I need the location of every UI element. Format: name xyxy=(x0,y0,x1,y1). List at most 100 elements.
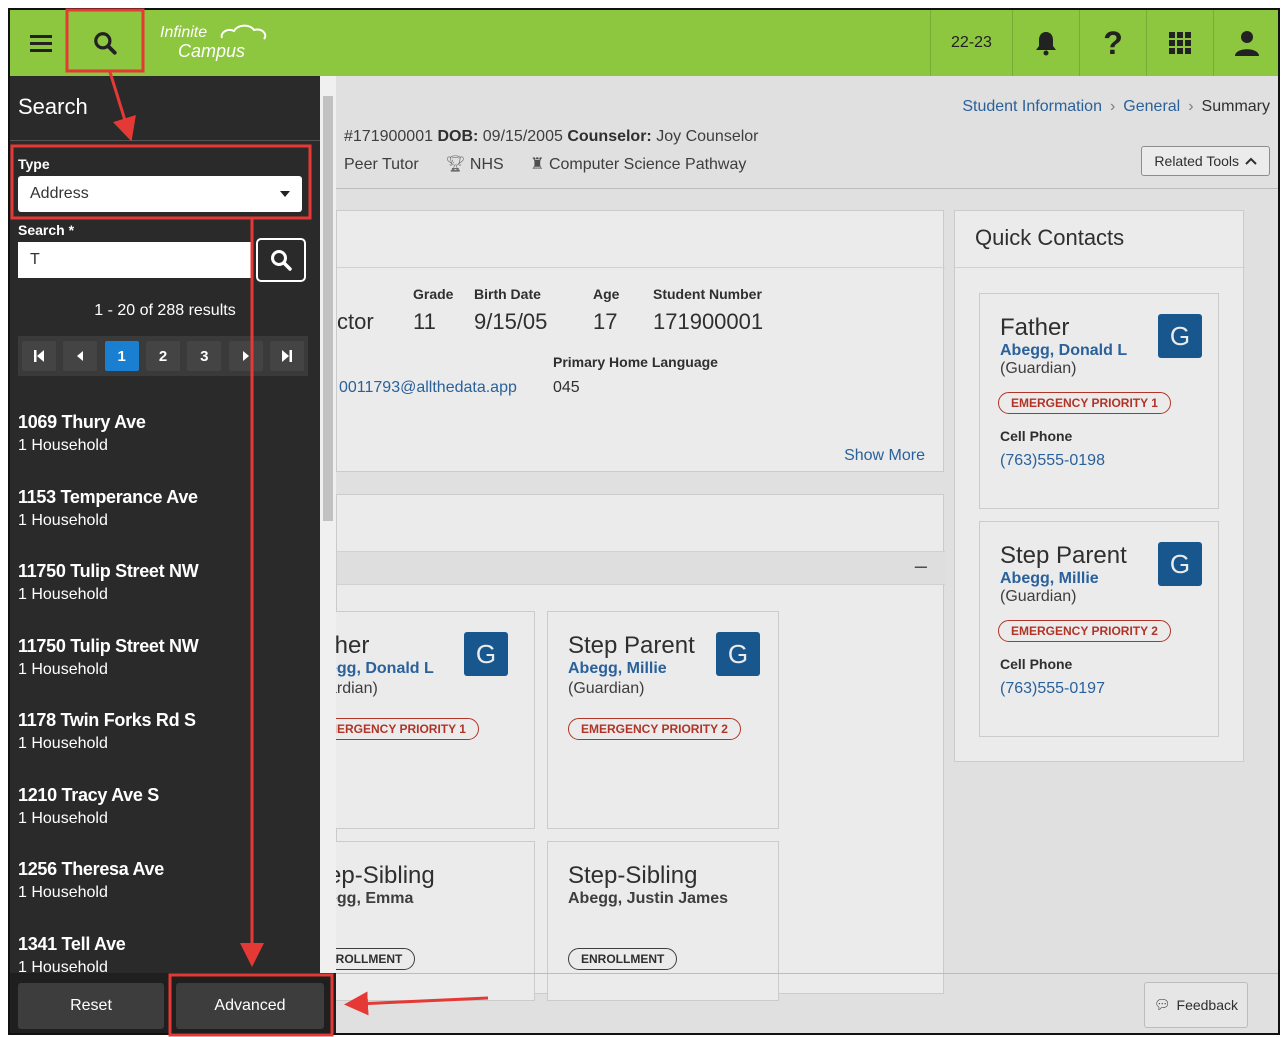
dob-label: DOB: xyxy=(437,128,479,145)
page-button-1[interactable]: 1 xyxy=(104,341,139,371)
menu-icon[interactable] xyxy=(16,10,66,76)
age-value: 17 xyxy=(593,309,618,334)
search-label: Search * xyxy=(18,222,75,238)
feedback-button[interactable]: 💬︎ Feedback xyxy=(1144,982,1248,1028)
caret-down-icon xyxy=(280,191,290,197)
search-input[interactable] xyxy=(18,242,252,278)
first-page-icon[interactable] xyxy=(22,341,56,371)
search-panel-scrollbar[interactable] xyxy=(320,76,336,973)
pagination: 1 2 3 xyxy=(18,336,308,376)
contact-name[interactable]: Abegg, Millie xyxy=(1000,570,1099,588)
grade-label: Grade xyxy=(413,286,454,302)
related-tools-label: Related Tools xyxy=(1154,153,1239,169)
result-address: 1178 Twin Forks Rd S xyxy=(18,710,196,730)
contact-name[interactable]: egg, Donald L xyxy=(328,660,434,678)
guardian-badge: G xyxy=(716,632,760,676)
contact-name[interactable]: Abegg, Millie xyxy=(568,660,667,678)
emergency-priority-badge: MERGENCY PRIORITY 1 xyxy=(314,718,479,740)
search-icon xyxy=(271,250,292,271)
search-submit-button[interactable] xyxy=(256,238,306,282)
search-panel-footer: Reset Advanced xyxy=(10,973,336,1033)
last-page-icon[interactable] xyxy=(269,341,304,371)
search-panel: Search Type Address Search * 1 - 20 of 2… xyxy=(10,76,336,1033)
search-result-item[interactable]: 11750 Tulip Street NW 1 Household xyxy=(18,561,308,604)
student-summary-page: Student Information › General › Summary #171… xyxy=(314,76,1278,1033)
dob-value: 09/15/2005 xyxy=(482,128,563,145)
household-contact-card: ther egg, Donald L ardian) G MERGENCY PR… xyxy=(314,611,535,829)
related-tools-button[interactable]: Related Tools xyxy=(1141,146,1270,176)
app-grid-icon[interactable] xyxy=(1146,10,1213,76)
sibling-name: Abegg, Justin James xyxy=(568,890,729,907)
reset-button[interactable]: Reset xyxy=(18,983,164,1029)
breadcrumb-general[interactable]: General xyxy=(1123,98,1180,115)
result-households: 1 Household xyxy=(18,735,108,752)
help-icon[interactable]: ? xyxy=(1079,10,1146,76)
flag-pathway: Computer Science Pathway xyxy=(548,156,747,173)
search-icon[interactable] xyxy=(68,10,142,76)
show-more-link[interactable]: Show More xyxy=(844,447,925,465)
result-households: 1 Household xyxy=(18,586,108,603)
birth-date-label: Birth Date xyxy=(474,286,541,302)
top-bar: Infinite Campus 22-23 ? xyxy=(10,10,1278,76)
next-page-icon[interactable] xyxy=(228,341,263,371)
contact-role: (Guardian) xyxy=(1000,360,1077,377)
result-address: 1153 Temperance Ave xyxy=(18,487,198,507)
contact-name[interactable]: Abegg, Donald L xyxy=(1000,342,1127,360)
result-households: 1 Household xyxy=(18,661,108,678)
advanced-button[interactable]: Advanced xyxy=(176,983,324,1029)
contact-role: (Guardian) xyxy=(568,680,645,697)
student-flags: Peer Tutor 🏆︎ NHS ♜ Computer Science Pat… xyxy=(344,154,746,174)
birth-date-value: 9/15/05 xyxy=(474,309,548,334)
chat-icon: 💬︎ xyxy=(1154,997,1171,1012)
result-households: 1 Household xyxy=(18,512,108,529)
search-result-item[interactable]: 1210 Tracy Ave S 1 Household xyxy=(18,785,308,828)
result-address: 1210 Tracy Ave S xyxy=(18,785,159,805)
flag-nhs: NHS xyxy=(469,156,504,173)
emergency-priority-badge: EMERGENCY PRIORITY 2 xyxy=(998,620,1171,642)
result-households: 1 Household xyxy=(18,884,108,901)
counselor-value: Joy Counselor xyxy=(656,128,759,145)
result-address: 1341 Tell Ave xyxy=(18,934,126,954)
results-count: 1 - 20 of 288 results xyxy=(94,302,236,319)
sibling-title: Step-Sibling xyxy=(568,862,698,889)
breadcrumb-student-information[interactable]: Student Information xyxy=(962,98,1102,115)
home-language-value: 045 xyxy=(553,379,580,396)
collapse-button[interactable]: – xyxy=(915,553,927,579)
contact-title: Step Parent xyxy=(568,632,695,659)
result-address: 11750 Tulip Street NW xyxy=(18,636,199,656)
search-result-item[interactable]: 11750 Tulip Street NW 1 Household xyxy=(18,636,308,679)
cell-phone-link[interactable]: (763)555-0198 xyxy=(1000,452,1105,470)
guardian-badge: G xyxy=(1158,314,1202,358)
cell-phone-link[interactable]: (763)555-0197 xyxy=(1000,680,1105,698)
search-result-item[interactable]: 1178 Twin Forks Rd S 1 Household xyxy=(18,710,308,753)
emergency-priority-badge: EMERGENCY PRIORITY 2 xyxy=(568,718,741,740)
prev-page-icon[interactable] xyxy=(63,341,98,371)
cell-phone-label: Cell Phone xyxy=(1000,428,1073,444)
page-button-3[interactable]: 3 xyxy=(187,341,222,371)
quick-contact-card: Father Abegg, Donald L (Guardian) G EMER… xyxy=(979,293,1219,509)
student-id: #171900001 xyxy=(344,128,433,145)
trophy-icon: 🏆︎ xyxy=(445,156,466,173)
student-name-fragment: ctor xyxy=(337,309,374,334)
type-select[interactable]: Address xyxy=(18,176,302,212)
quick-contacts-panel: Quick Contacts Father Abegg, Donald L (G… xyxy=(954,210,1245,762)
notifications-bell-icon[interactable] xyxy=(1012,10,1079,76)
user-account-icon[interactable] xyxy=(1213,10,1278,76)
enrollment-badge: ENROLLMENT xyxy=(568,948,678,970)
email-link[interactable]: 0011793@allthedata.app xyxy=(339,379,517,397)
search-result-item[interactable]: 1341 Tell Ave 1 Household xyxy=(18,934,308,977)
search-result-item[interactable]: 1256 Theresa Ave 1 Household xyxy=(18,859,308,902)
page-button-2[interactable]: 2 xyxy=(145,341,180,371)
cell-phone-label: Cell Phone xyxy=(1000,656,1073,672)
search-result-item[interactable]: 1153 Temperance Ave 1 Household xyxy=(18,487,308,530)
cloud-icon xyxy=(220,24,267,40)
search-result-item[interactable]: 1069 Thury Ave 1 Household xyxy=(18,412,308,455)
grade-value: 11 xyxy=(413,309,436,334)
sibling-title: ep-Sibling xyxy=(328,862,435,889)
result-households: 1 Household xyxy=(18,810,108,827)
type-select-value: Address xyxy=(30,185,89,202)
app-window: Infinite Campus 22-23 ? Student Informat… xyxy=(8,8,1280,1035)
contact-role: (Guardian) xyxy=(1000,588,1077,605)
infinite-campus-logo[interactable]: Infinite Campus xyxy=(160,24,267,60)
school-year-selector[interactable]: 22-23 xyxy=(930,10,1012,76)
